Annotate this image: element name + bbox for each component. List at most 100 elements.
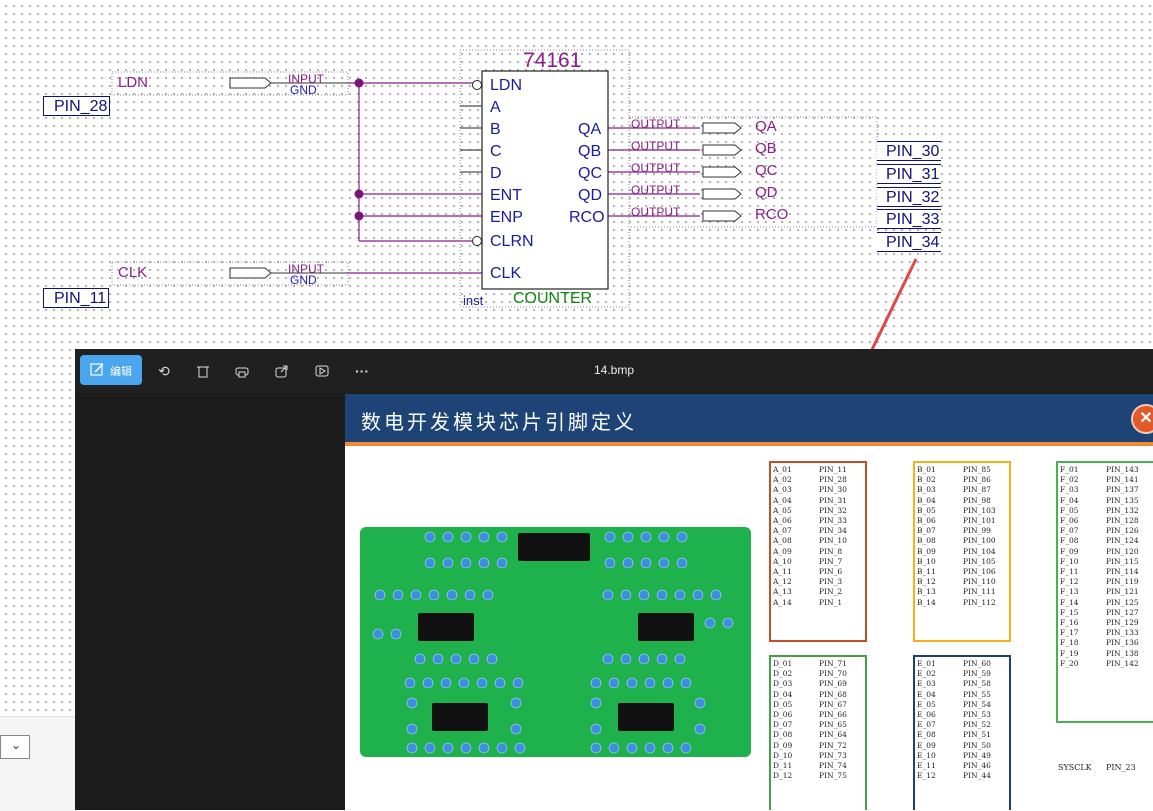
- chip-pin-c: C: [490, 143, 502, 160]
- viewer-toolbar: 编辑 ⟲ ··· 14.bmp: [75, 349, 1153, 393]
- pin-table-entry-name: F_12: [1060, 577, 1079, 587]
- pin-table-entry-pin: PIN_114: [1106, 567, 1139, 577]
- pin-table-entry-name: A_06: [773, 516, 792, 526]
- pin-table-entry-pin: PIN_55: [963, 689, 991, 699]
- chip-pin-enp: ENP: [490, 209, 523, 226]
- pin-table-entry-name: F_03: [1060, 485, 1079, 495]
- pin-table-entry-pin: PIN_11: [819, 465, 847, 474]
- pin-table-entry-pin: PIN_50: [963, 740, 991, 750]
- pin-table-entry-pin: PIN_126: [1106, 526, 1139, 536]
- pin-table-entry-name: A_09: [773, 546, 792, 556]
- output-kind-qa: OUTPUT: [631, 119, 681, 130]
- close-icon: ✕: [1131, 404, 1153, 434]
- pin-table-e: E_01 E_02 E_03 E_04 E_05 E_06 E_07 E_08 E_09 E_10…: [913, 655, 1011, 810]
- pin-table-entry-pin: PIN_115: [1106, 556, 1139, 566]
- pin-table-entry-pin: PIN_103: [963, 505, 996, 515]
- pin-table-entry-name: F_05: [1060, 505, 1079, 515]
- pin-table-entry-pin: PIN_7: [819, 556, 843, 566]
- pin-table-entry-pin: PIN_106: [963, 567, 996, 577]
- sysclk-pin: PIN_23: [1106, 763, 1136, 772]
- pin-table-entry-name: D_08: [773, 730, 793, 740]
- pin-table-entry-pin: PIN_30: [819, 485, 847, 495]
- annotation-arrow: [870, 258, 918, 350]
- pin-table-entry-pin: PIN_68: [819, 689, 847, 699]
- pin-table-entry-pin: PIN_74: [819, 761, 847, 771]
- pin-table-entry-pin: PIN_10: [819, 536, 847, 546]
- pin-table-entry-pin: PIN_141: [1106, 475, 1139, 485]
- pin-table-entry-pin: PIN_111: [963, 587, 996, 597]
- pin-label-qd[interactable]: PIN_33: [877, 209, 942, 229]
- pin-table-entry-name: D_12: [773, 771, 793, 781]
- pin-label-rco[interactable]: PIN_34: [877, 232, 942, 252]
- pin-table-entry-name: F_11: [1060, 567, 1079, 577]
- pin-table-entry-name: A_08: [773, 536, 792, 546]
- pin-table-entry-name: F_09: [1060, 546, 1079, 556]
- image-title: 数电开发模块芯片引脚定义: [361, 410, 637, 434]
- board-illustration: [360, 527, 751, 757]
- pin-table-entry-pin: PIN_133: [1106, 628, 1139, 638]
- pin-table-entry-name: A_01: [773, 465, 792, 474]
- pin-table-entry-name: B_04: [917, 495, 936, 505]
- pin-table-entry-name: B_05: [917, 505, 936, 515]
- output-name-qa: QA: [755, 118, 777, 135]
- output-name-qb: QB: [755, 140, 777, 157]
- pin-table-entry-name: B_06: [917, 516, 936, 526]
- pin-table-entry-pin: PIN_73: [819, 750, 847, 760]
- chip-name: 74161: [523, 49, 582, 72]
- pin-label-clk[interactable]: PIN_11: [43, 288, 110, 308]
- pin-table-entry-name: E_06: [917, 710, 936, 720]
- pin-table-entry-pin: PIN_70: [819, 669, 847, 679]
- pin-table-entry-name: E_02: [917, 669, 936, 679]
- pin-table-entry-pin: PIN_112: [963, 597, 996, 607]
- pin-table-entry-pin: PIN_121: [1106, 587, 1139, 597]
- pin-table-entry-pin: PIN_6: [819, 567, 843, 577]
- pin-table-a-pins: PIN_11 PIN_28 PIN_30 PIN_31 PIN_32 PIN_33 PIN_…: [819, 465, 847, 608]
- pin-table-entry-name: B_10: [917, 556, 936, 566]
- pin-table-d: D_01 D_02 D_03 D_04 D_05 D_06 D_07 D_08 D_09 D_10…: [769, 655, 867, 810]
- chip-pin-qa: QA: [578, 121, 602, 138]
- pin-table-entry-name: D_03: [773, 679, 793, 689]
- pin-label-ldn[interactable]: PIN_28: [43, 96, 111, 116]
- pin-table-entry-name: D_10: [773, 750, 793, 760]
- pin-table-entry-name: A_02: [773, 475, 792, 485]
- pin-table-entry-name: A_10: [773, 556, 792, 566]
- pin-table-entry-pin: PIN_44: [963, 771, 991, 781]
- pin-table-entry-pin: PIN_129: [1106, 618, 1139, 628]
- pin-table-a: A_01 A_02 A_03 A_04 A_05 A_06 A_07 A_08 A_09 A_10…: [769, 461, 867, 642]
- pin-table-entry-pin: PIN_119: [1106, 577, 1139, 587]
- pin-table-entry-name: F_19: [1060, 648, 1079, 658]
- pin-table-entry-name: F_17: [1060, 628, 1079, 638]
- banner-underline: [345, 442, 1153, 446]
- pin-label-qa[interactable]: PIN_30: [877, 141, 942, 161]
- pin-table-b-pins: PIN_85 PIN_86 PIN_87 PIN_98 PIN_103 PIN_101 PI…: [963, 465, 996, 608]
- pin-table-entry-name: E_12: [917, 771, 936, 781]
- pin-table-entry-name: F_13: [1060, 587, 1079, 597]
- chip-pin-ent: ENT: [490, 187, 522, 204]
- output-name-qc: QC: [755, 162, 778, 179]
- pin-table-entry-pin: PIN_135: [1106, 495, 1139, 505]
- pin-table-entry-pin: PIN_100: [963, 536, 996, 546]
- pin-table-entry-name: D_07: [773, 720, 793, 730]
- background-dropdown[interactable]: ⌄: [0, 735, 30, 759]
- pin-table-d-pins: PIN_71 PIN_70 PIN_69 PIN_68 PIN_67 PIN_66 PIN_…: [819, 659, 847, 781]
- pin-table-entry-pin: PIN_98: [963, 495, 991, 505]
- output-kind-qc: OUTPUT: [631, 163, 681, 174]
- pin-table-entry-pin: PIN_67: [819, 699, 847, 709]
- output-kind-qd: OUTPUT: [631, 185, 681, 196]
- pin-table-entry-name: B_02: [917, 475, 936, 485]
- pin-table-entry-pin: PIN_58: [963, 679, 991, 689]
- chip-pin-rco: RCO: [569, 209, 605, 226]
- pin-table-entry-name: E_01: [917, 659, 936, 668]
- pin-table-entry-name: B_11: [917, 567, 936, 577]
- pin-label-qc[interactable]: PIN_32: [877, 187, 942, 207]
- input-ldn-symbol: [229, 77, 272, 89]
- pin-table-f-names: F_01 F_02 F_03 F_04 F_05 F_06 F_07 F_08 F_09 F_10…: [1060, 465, 1079, 669]
- pin-table-entry-pin: PIN_124: [1106, 536, 1139, 546]
- chip-pin-clk: CLK: [490, 265, 522, 282]
- pin-table-entry-name: A_13: [773, 587, 792, 597]
- pin-table-entry-pin: PIN_99: [963, 526, 991, 536]
- input-sub-clk: GND: [290, 273, 317, 287]
- pin-table-entry-name: A_05: [773, 505, 792, 515]
- pin-label-qb[interactable]: PIN_31: [877, 164, 942, 184]
- pin-table-entry-pin: PIN_136: [1106, 638, 1139, 648]
